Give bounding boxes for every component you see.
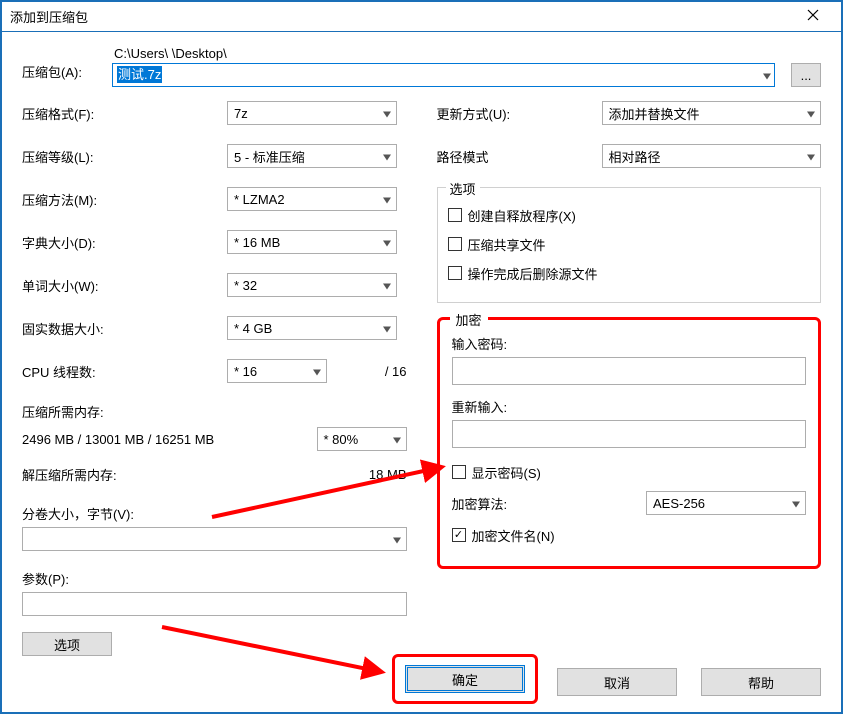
param-label: 参数(P): (22, 569, 407, 588)
chevron-down-icon (807, 106, 815, 121)
dict-label: 字典大小(D): (22, 233, 227, 252)
password-confirm-label: 重新输入: (452, 397, 807, 416)
right-column: 更新方式(U): 添加并替换文件 路径模式 相对路径 选项 (437, 101, 822, 656)
archive-name-wrap: 测试.7z (112, 63, 775, 87)
password-confirm-input[interactable] (452, 420, 807, 448)
chevron-down-icon (393, 532, 401, 547)
format-select[interactable]: 7z (227, 101, 397, 125)
word-select[interactable]: * 32 (227, 273, 397, 297)
enc-method-select[interactable]: AES-256 (646, 491, 806, 515)
chevron-down-icon (383, 321, 391, 336)
cancel-button[interactable]: 取消 (557, 668, 677, 696)
sfx-label: 创建自释放程序(X) (468, 206, 576, 225)
browse-button[interactable]: ... (791, 63, 821, 87)
volume-label: 分卷大小，字节(V): (22, 504, 407, 523)
password-label: 输入密码: (452, 334, 807, 353)
mem-comp-values: 2496 MB / 13001 MB / 16251 MB (22, 432, 317, 447)
show-password-label: 显示密码(S) (472, 463, 541, 482)
pathmode-label: 路径模式 (437, 147, 602, 166)
chevron-down-icon (393, 432, 401, 447)
encryption-fieldset: 加密 输入密码: 重新输入: 显示密码(S) 加密算法: AES-256 (437, 317, 822, 569)
chevron-down-icon (383, 235, 391, 250)
share-checkbox[interactable] (448, 237, 462, 251)
encrypt-names-label: 加密文件名(N) (472, 526, 555, 545)
archive-label: 压缩包(A): (22, 62, 102, 87)
archive-block: C:\Users\ \Desktop\ 测试.7z (112, 46, 775, 87)
options-button[interactable]: 选项 (22, 632, 112, 656)
archive-name-input[interactable]: 测试.7z (112, 63, 775, 87)
dialog-content: 压缩包(A): C:\Users\ \Desktop\ 测试.7z ... 压缩 (2, 32, 841, 668)
sfx-checkbox[interactable] (448, 208, 462, 222)
password-input[interactable] (452, 357, 807, 385)
ellipsis-icon: ... (801, 68, 812, 83)
dict-select[interactable]: * 16 MB (227, 230, 397, 254)
encrypt-names-checkbox[interactable] (452, 528, 466, 542)
threads-label: CPU 线程数: (22, 362, 227, 381)
chevron-down-icon (807, 149, 815, 164)
ok-highlight: 确定 (392, 654, 538, 704)
chevron-down-icon (313, 364, 321, 379)
word-label: 单词大小(W): (22, 276, 227, 295)
options-fieldset: 选项 创建自释放程序(X) 压缩共享文件 操作完成后删除源文件 (437, 187, 822, 303)
method-label: 压缩方法(M): (22, 190, 227, 209)
format-label: 压缩格式(F): (22, 104, 227, 123)
update-label: 更新方式(U): (437, 104, 602, 123)
mem-percent-select[interactable]: * 80% (317, 427, 407, 451)
chevron-down-icon (383, 192, 391, 207)
window-title: 添加到压缩包 (10, 7, 793, 26)
volume-select[interactable] (22, 527, 407, 551)
close-button[interactable] (793, 3, 833, 31)
enc-method-label: 加密算法: (452, 494, 508, 513)
solid-select[interactable]: * 4 GB (227, 316, 397, 340)
share-label: 压缩共享文件 (468, 235, 546, 254)
ok-button[interactable]: 确定 (405, 665, 525, 693)
archive-name-value: 测试.7z (117, 66, 162, 83)
encryption-legend: 加密 (450, 310, 488, 329)
left-column: 压缩格式(F): 7z 压缩等级(L): 5 - 标准压缩 压缩方法(M): (22, 101, 407, 656)
archive-directory: C:\Users\ \Desktop\ (112, 46, 775, 61)
close-icon (807, 9, 819, 24)
level-label: 压缩等级(L): (22, 147, 227, 166)
solid-label: 固实数据大小: (22, 319, 227, 338)
chevron-down-icon (792, 496, 800, 511)
mem-decomp-value: 18 MB (369, 467, 407, 482)
chevron-down-icon (383, 149, 391, 164)
threads-max: / 16 (385, 364, 407, 379)
level-select[interactable]: 5 - 标准压缩 (227, 144, 397, 168)
archive-path-row: 压缩包(A): C:\Users\ \Desktop\ 测试.7z ... (22, 46, 821, 87)
chevron-down-icon (383, 278, 391, 293)
threads-select[interactable]: * 16 (227, 359, 327, 383)
mem-comp-label: 压缩所需内存: (22, 402, 407, 421)
dialog-window: 添加到压缩包 压缩包(A): C:\Users\ \Desktop\ 测试.7z (0, 0, 843, 714)
titlebar: 添加到压缩包 (2, 2, 841, 32)
columns: 压缩格式(F): 7z 压缩等级(L): 5 - 标准压缩 压缩方法(M): (22, 101, 821, 656)
param-input[interactable] (22, 592, 407, 616)
method-select[interactable]: * LZMA2 (227, 187, 397, 211)
chevron-down-icon (383, 106, 391, 121)
mem-decomp-label: 解压缩所需内存: (22, 465, 117, 484)
help-button[interactable]: 帮助 (701, 668, 821, 696)
delete-label: 操作完成后删除源文件 (468, 264, 598, 283)
show-password-checkbox[interactable] (452, 465, 466, 479)
delete-checkbox[interactable] (448, 266, 462, 280)
update-select[interactable]: 添加并替换文件 (602, 101, 822, 125)
dialog-buttons: 取消 帮助 (557, 668, 821, 696)
options-legend: 选项 (446, 179, 480, 198)
pathmode-select[interactable]: 相对路径 (602, 144, 822, 168)
